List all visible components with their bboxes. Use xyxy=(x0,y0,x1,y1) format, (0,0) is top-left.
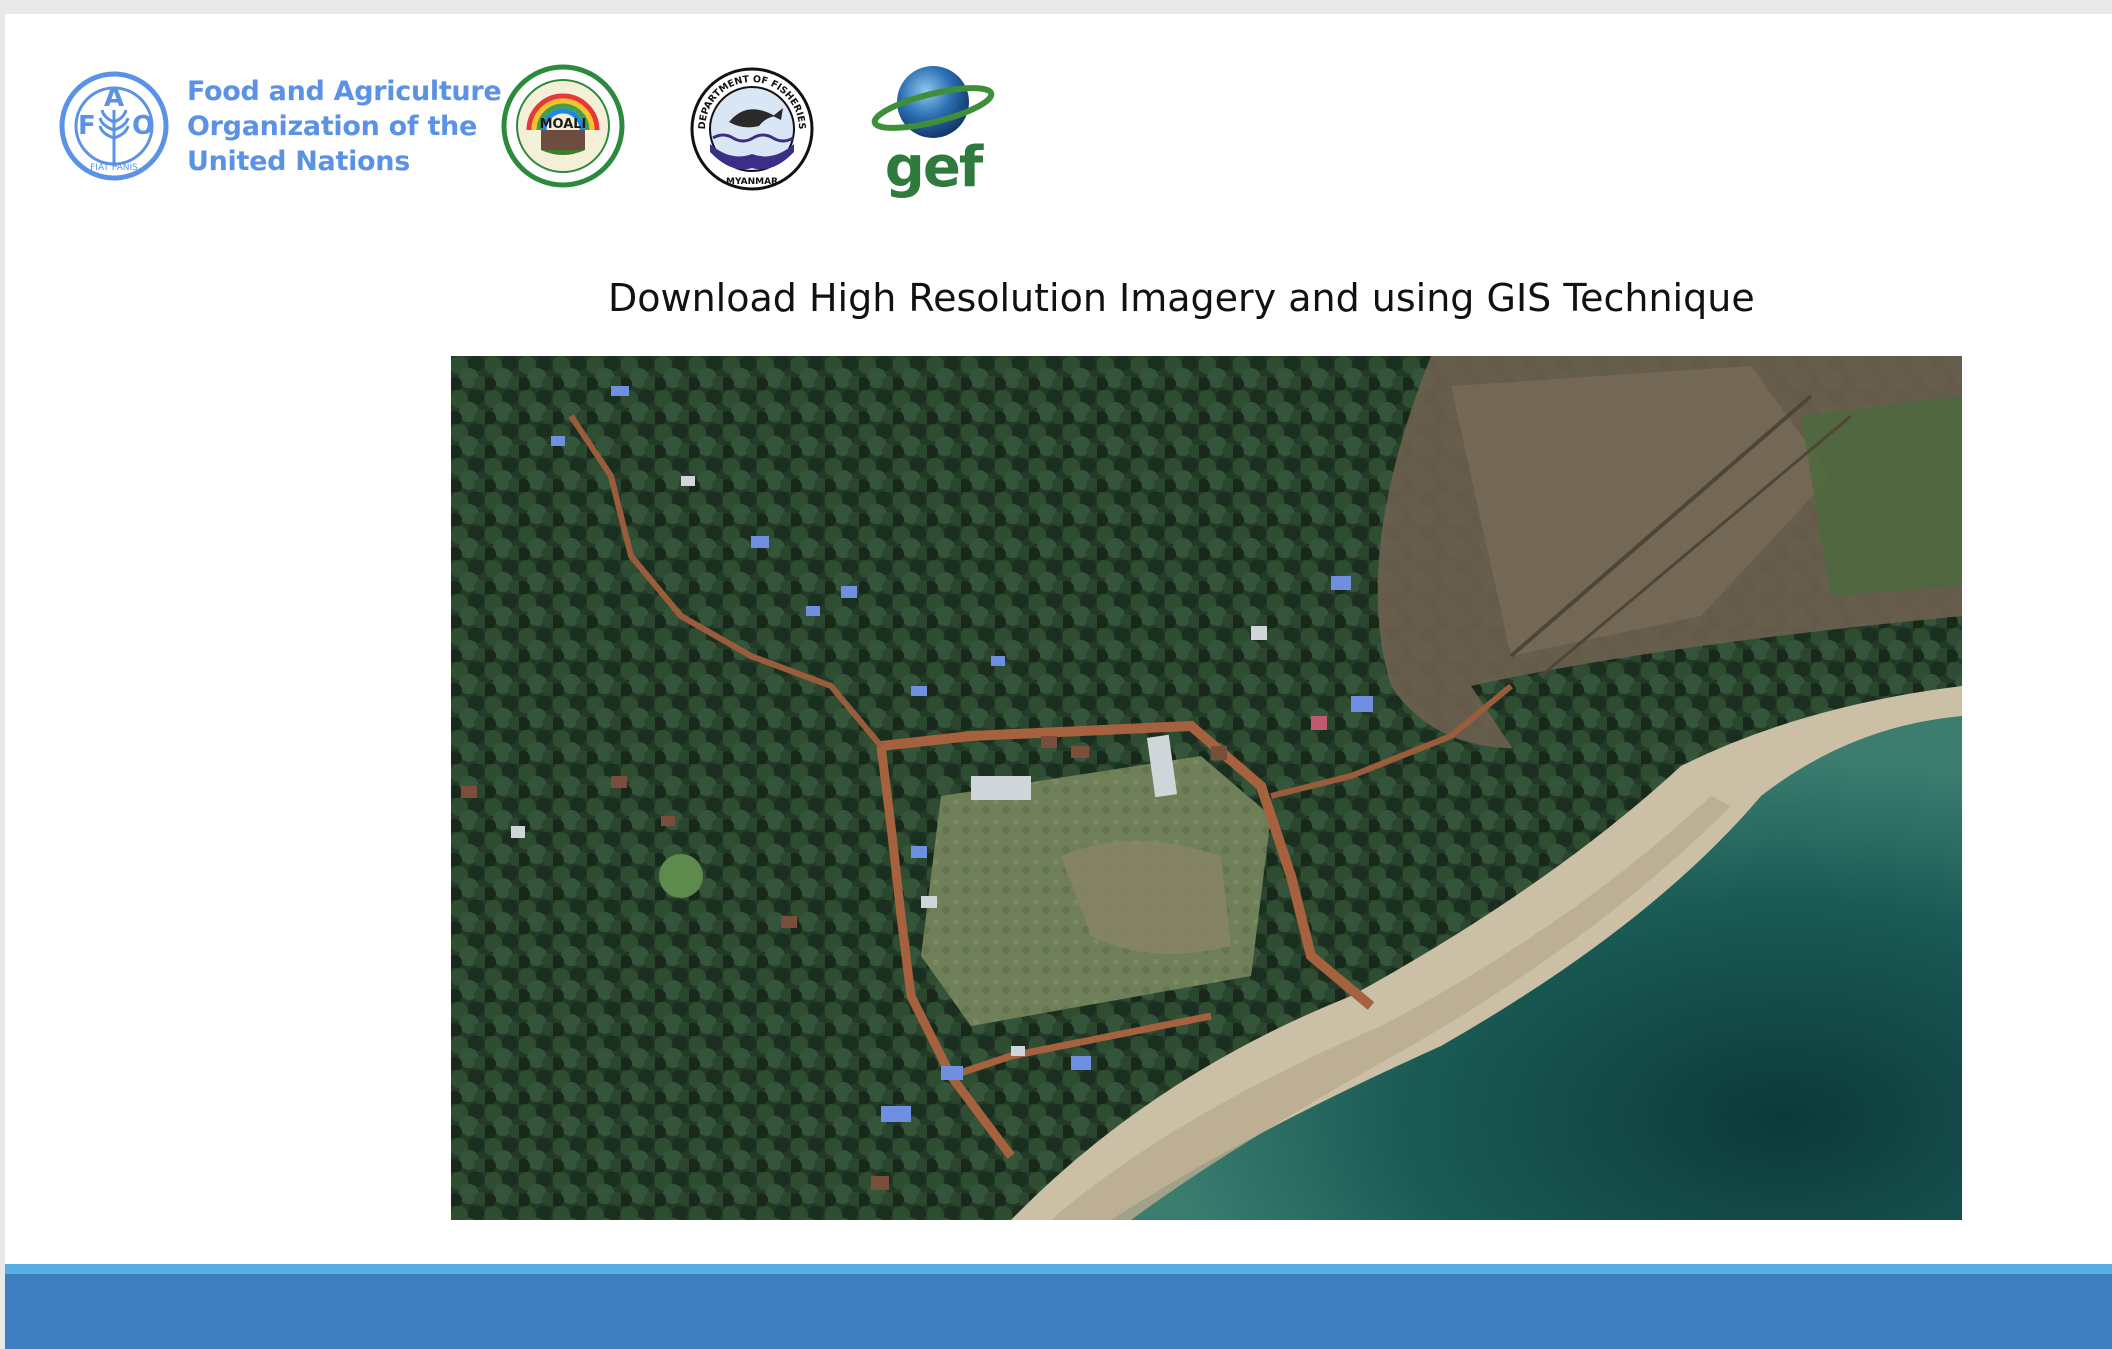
satellite-image xyxy=(451,356,1962,1220)
title-area: Download High Resolution Imagery and usi… xyxy=(5,14,2112,354)
slide: F A O FIAT PANIS Food and Agriculture Or… xyxy=(5,14,2112,1349)
slide-title: Download High Resolution Imagery and usi… xyxy=(608,276,1755,320)
satellite-imagery-icon xyxy=(451,356,1962,1220)
footer-bar xyxy=(5,1274,2112,1349)
footer-accent-bar xyxy=(5,1264,2112,1274)
